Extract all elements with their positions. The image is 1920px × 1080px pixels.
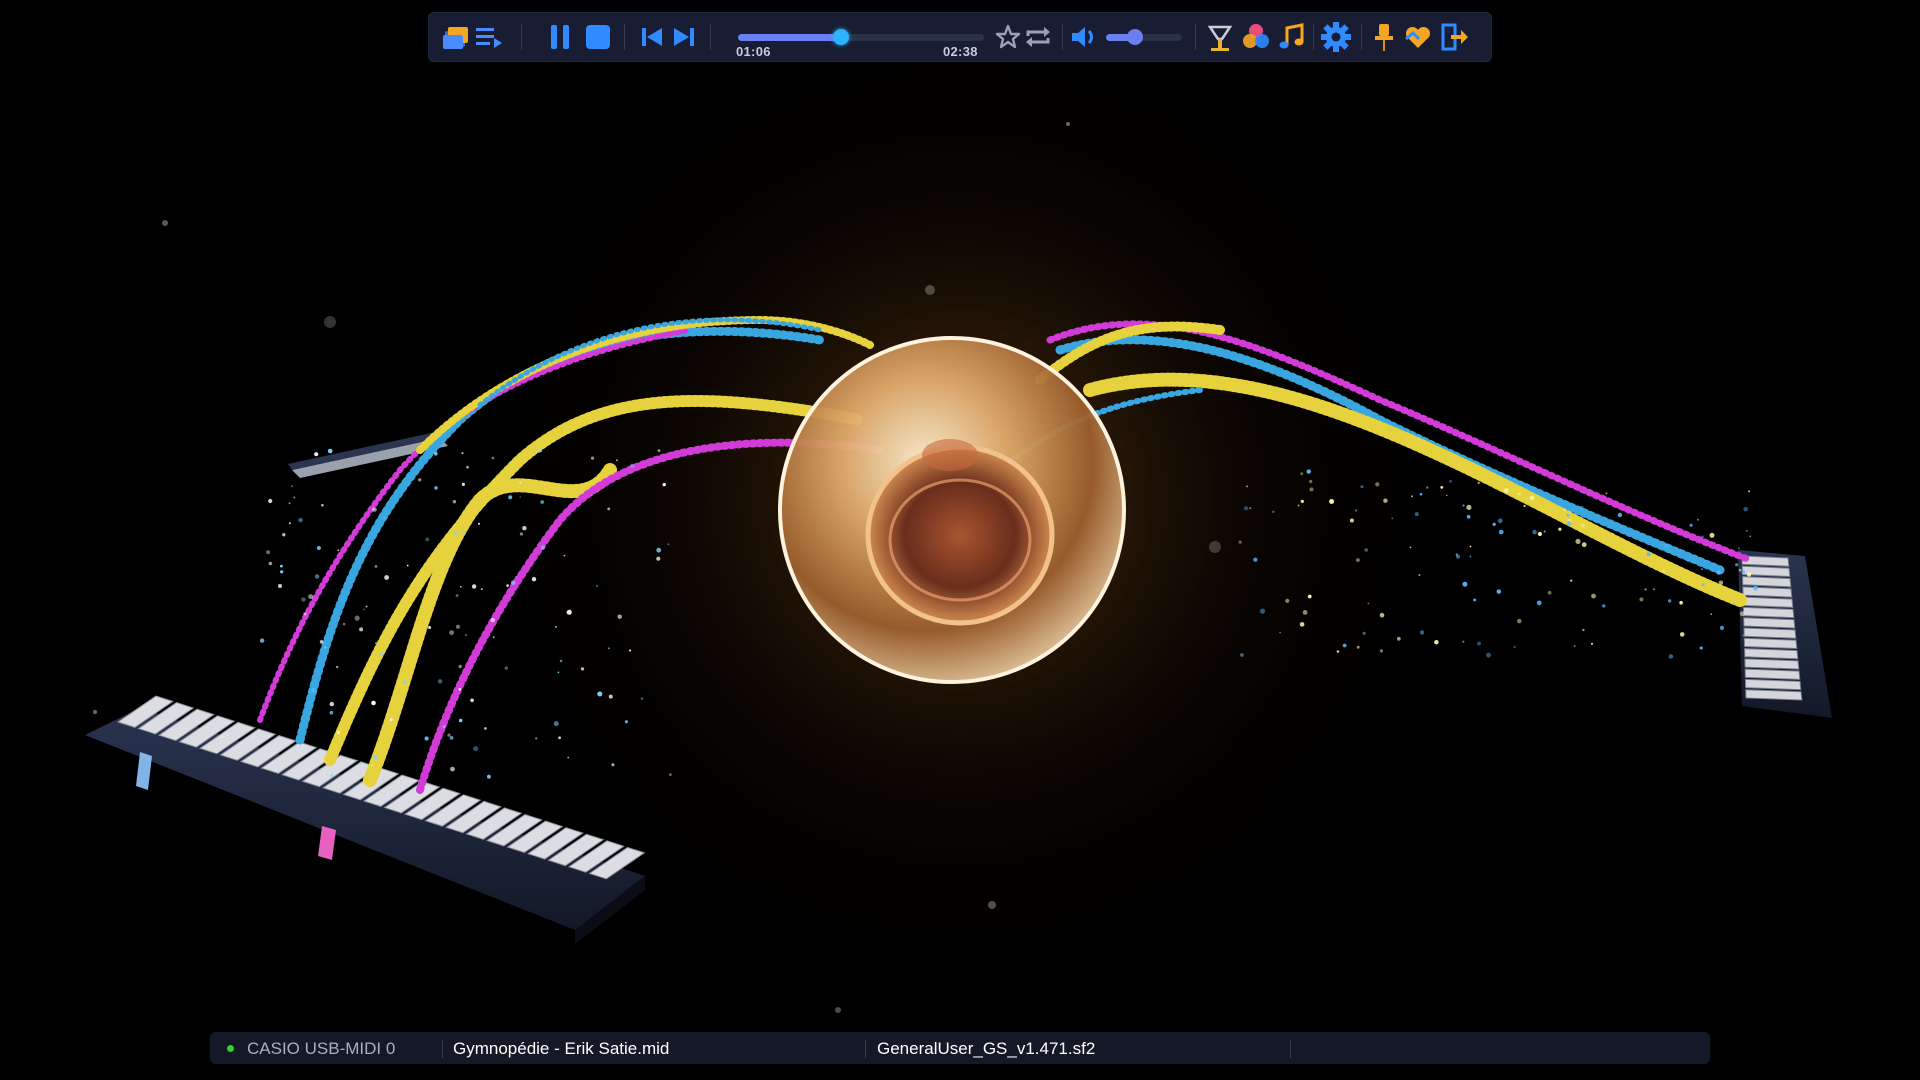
visualizer-effects-button[interactable] <box>1202 19 1238 55</box>
repeat-button[interactable] <box>1020 19 1056 55</box>
next-track-icon <box>674 28 694 46</box>
next-track-button[interactable] <box>666 19 702 55</box>
volume-button[interactable] <box>1066 19 1102 55</box>
support-button[interactable] <box>1400 19 1436 55</box>
player-toolbar: 01:06 02:38 <box>428 12 1492 62</box>
exit-icon <box>1441 23 1468 51</box>
open-files-button[interactable] <box>438 19 474 55</box>
central-glowing-orb <box>778 336 1126 684</box>
instruments-button[interactable] <box>1274 19 1310 55</box>
exit-button[interactable] <box>1436 19 1472 55</box>
midi-connected-indicator <box>227 1045 234 1052</box>
playlist-button[interactable] <box>470 19 506 55</box>
previous-track-icon <box>642 28 662 46</box>
status-bar: CASIO USB-MIDI 0 Gymnopédie - Erik Satie… <box>210 1032 1710 1064</box>
stop-button[interactable] <box>580 19 616 55</box>
visualizer-effects-icon <box>1207 25 1233 51</box>
soundfont-label[interactable]: GeneralUser_GS_v1.471.sf2 <box>877 1039 1095 1058</box>
settings-button[interactable] <box>1318 19 1354 55</box>
color-themes-button[interactable] <box>1238 19 1274 55</box>
previous-track-button[interactable] <box>634 19 670 55</box>
midi-device-label[interactable]: CASIO USB-MIDI 0 <box>247 1039 395 1058</box>
support-heart-icon <box>1405 26 1431 48</box>
repeat-icon <box>1026 27 1050 47</box>
pin-icon <box>1375 24 1393 51</box>
music-note-icon <box>1279 23 1304 49</box>
playlist-icon <box>476 28 502 48</box>
volume-icon <box>1072 27 1093 47</box>
color-themes-icon <box>1243 24 1269 48</box>
open-files-icon <box>443 27 468 49</box>
pin-button[interactable] <box>1366 19 1402 55</box>
visualizer-scene <box>0 0 1920 1080</box>
stop-icon <box>586 25 610 49</box>
settings-gear-icon <box>1321 22 1351 52</box>
total-duration: 02:38 <box>943 44 978 59</box>
midi-file-label[interactable]: Gymnopédie - Erik Satie.mid <box>453 1039 669 1058</box>
pause-button[interactable] <box>542 19 578 55</box>
elapsed-time: 01:06 <box>736 44 771 59</box>
progress-thumb[interactable] <box>833 29 850 45</box>
pause-icon <box>551 25 569 49</box>
volume-thumb[interactable] <box>1126 29 1143 45</box>
